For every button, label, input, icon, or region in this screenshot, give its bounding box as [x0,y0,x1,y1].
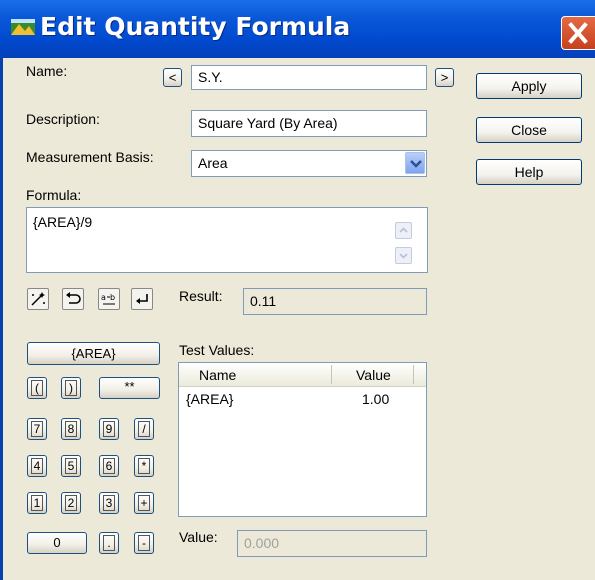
undo-button[interactable] [62,288,84,310]
six-label: 6 [103,458,115,474]
result-field: 0.11 [243,288,427,315]
multiply-label: * [138,458,150,474]
scroll-down-button[interactable] [395,247,412,264]
one-button[interactable]: 1 [27,492,47,514]
power-button[interactable]: ** [99,377,160,399]
nine-button[interactable]: 9 [99,418,119,440]
rename-button[interactable]: a b [98,288,120,310]
next-button-label: > [440,70,449,85]
test-values-label: Test Values: [179,342,255,358]
one-label: 1 [31,495,43,511]
svg-text:a: a [101,293,106,302]
three-label: 3 [103,495,115,511]
rename-icon: a b [101,293,115,305]
close-paren-button[interactable]: ) [61,377,81,399]
help-button[interactable]: Help [476,159,582,185]
decimal-button[interactable]: . [99,532,119,554]
result-value: 0.11 [250,293,277,309]
table-row[interactable]: {AREA} 1.00 [179,389,426,411]
value-label: Value: [179,529,218,545]
svg-text:b: b [110,293,115,302]
previous-button-label: < [168,70,177,85]
undo-icon [66,292,81,304]
scroll-up-button[interactable] [395,222,412,239]
area-variable-button[interactable]: {AREA} [27,342,160,365]
scroll-up-icon [399,227,408,233]
seven-button[interactable]: 7 [27,418,47,440]
three-button[interactable]: 3 [99,492,119,514]
column-divider [331,365,332,384]
name-field[interactable]: S.Y. [191,65,427,90]
formula-label: Formula: [26,187,82,203]
minus-label: - [138,535,150,551]
column-header-value[interactable]: Value [356,367,391,383]
plus-label: + [138,495,150,511]
formula-text: {AREA}/9 [33,214,93,230]
result-label: Result: [179,288,223,304]
divide-button[interactable]: / [134,418,154,440]
five-label: 5 [65,458,77,474]
next-button[interactable]: > [435,68,454,87]
description-field[interactable]: Square Yard (By Area) [191,110,427,137]
eight-button[interactable]: 8 [61,418,81,440]
four-button[interactable]: 4 [27,455,47,477]
two-button[interactable]: 2 [61,492,81,514]
description-label: Description: [26,111,100,127]
measurement-basis-select[interactable]: Area [191,150,427,177]
close-paren-label: ) [65,380,77,396]
open-paren-label: ( [31,380,43,396]
minus-button[interactable]: - [134,532,154,554]
close-window-button[interactable] [561,16,595,50]
enter-icon [136,294,148,304]
enter-button[interactable] [131,288,153,310]
eight-label: 8 [65,421,77,437]
column-divider [413,365,414,384]
wand-button[interactable] [27,288,49,310]
window-title: Edit Quantity Formula [40,12,351,41]
formula-textarea[interactable]: {AREA}/9 [26,207,428,273]
row-name: {AREA} [186,391,234,407]
app-icon [10,14,36,40]
name-label: Name: [26,63,68,79]
close-button[interactable]: Close [476,117,582,143]
two-label: 2 [65,495,77,511]
row-value: 1.00 [362,391,390,407]
four-label: 4 [31,458,43,474]
dropdown-button[interactable] [405,152,425,174]
five-button[interactable]: 5 [61,455,81,477]
divide-label: / [138,421,150,437]
window-frame [0,58,3,580]
plus-button[interactable]: + [134,492,154,514]
wand-icon [31,292,45,306]
close-icon [568,22,588,44]
list-header: Name Value [179,363,426,387]
nine-label: 9 [103,421,115,437]
test-values-list[interactable]: Name Value {AREA} 1.00 [178,362,427,517]
open-paren-button[interactable]: ( [27,377,47,399]
multiply-button[interactable]: * [134,455,154,477]
chevron-down-icon [410,160,422,168]
scroll-down-icon [399,253,408,259]
value-field[interactable]: 0.000 [237,530,427,557]
measurement-basis-label: Measurement Basis: [26,149,154,165]
seven-label: 7 [31,421,43,437]
zero-button[interactable]: 0 [27,532,87,554]
decimal-label: . [103,535,115,551]
measurement-basis-value: Area [198,155,228,171]
six-button[interactable]: 6 [99,455,119,477]
apply-button[interactable]: Apply [476,73,582,99]
previous-button[interactable]: < [163,68,182,87]
column-header-name[interactable]: Name [199,367,236,383]
